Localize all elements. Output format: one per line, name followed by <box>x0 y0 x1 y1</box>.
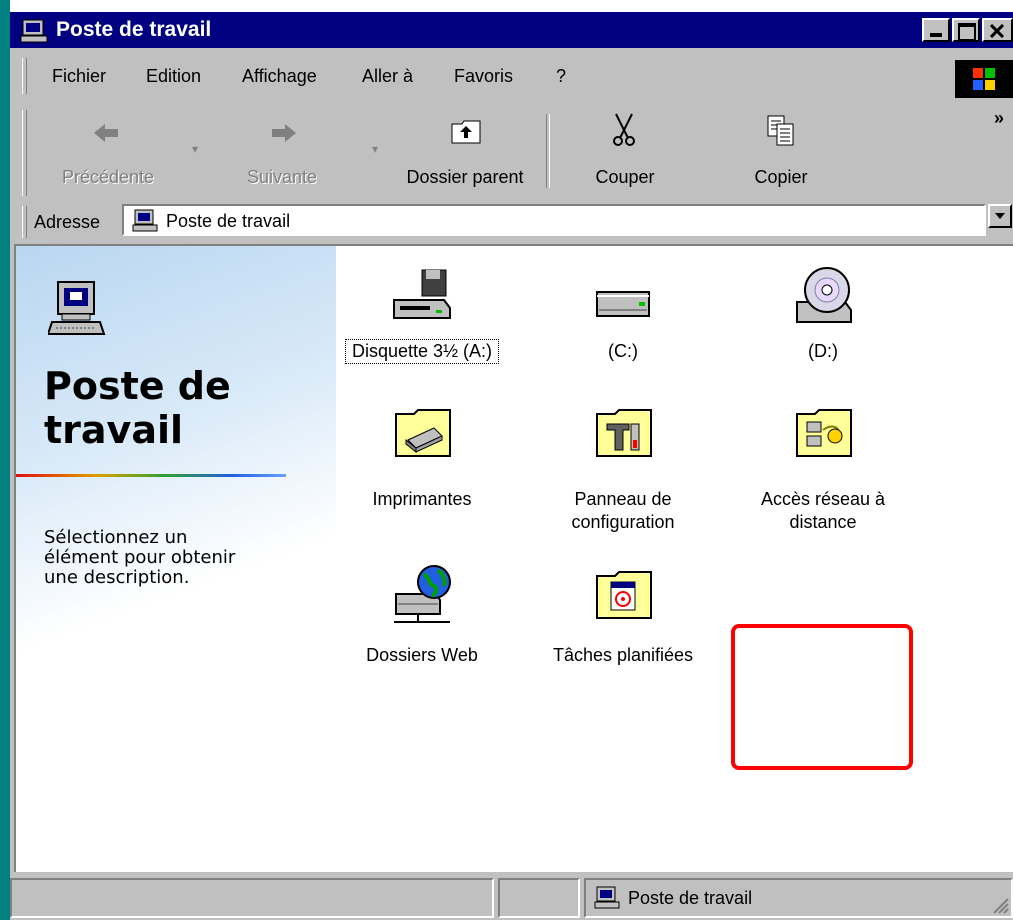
menu-grip[interactable] <box>22 58 27 94</box>
address-dropdown-button[interactable] <box>988 204 1012 228</box>
forward-label: Suivante <box>246 167 318 187</box>
my-computer-icon <box>20 19 48 43</box>
menu-help[interactable]: ? <box>556 66 566 87</box>
menu-aller-a[interactable]: Aller à <box>362 66 413 87</box>
icon-control-panel[interactable]: Panneau de configuration <box>571 406 675 532</box>
toolbar-grip[interactable] <box>22 110 27 196</box>
chevron-down-icon <box>995 213 1005 219</box>
maximize-icon <box>958 23 976 41</box>
icon-web-folders[interactable]: Dossiers Web <box>366 564 478 674</box>
menu-favoris[interactable]: Favoris <box>454 66 513 87</box>
my-computer-status-icon <box>594 886 620 909</box>
scheduled-tasks-label: Tâches planifiées <box>552 645 694 665</box>
address-bar: Adresse Poste de travail <box>10 202 1013 242</box>
copy-label: Copier <box>754 167 808 187</box>
floppy-drive-label: Disquette 3½ (A:) <box>345 339 499 364</box>
windows-logo-throbber <box>955 60 1013 98</box>
copy-icon <box>767 115 794 146</box>
icon-printers[interactable]: Imprimantes <box>372 406 472 526</box>
my-computer-small-icon <box>132 209 158 232</box>
back-button[interactable]: Précédente <box>38 108 178 196</box>
printers-label: Imprimantes <box>372 489 472 509</box>
up-folder-button[interactable]: Dossier parent <box>390 108 540 196</box>
close-button[interactable] <box>982 18 1013 42</box>
scheduled-tasks-folder-icon <box>596 571 652 619</box>
status-panel-zone: Poste de travail <box>584 878 1013 918</box>
status-bar: Poste de travail <box>10 874 1013 920</box>
web-folders-icon <box>394 565 451 623</box>
menu-affichage[interactable]: Affichage <box>242 66 317 87</box>
address-label: Adresse <box>34 212 101 232</box>
webview-title: Poste de travail <box>44 364 231 452</box>
up-folder-icon <box>451 120 481 144</box>
minimize-button[interactable] <box>922 18 950 42</box>
icon-scheduled-tasks[interactable]: Tâches planifiées <box>553 564 693 674</box>
maximize-button[interactable] <box>952 18 980 42</box>
status-panel-left <box>10 878 494 918</box>
minimize-icon <box>930 33 942 37</box>
address-value: Poste de travail <box>166 211 291 231</box>
scissors-icon <box>613 113 635 146</box>
address-input[interactable]: Poste de travail <box>122 204 986 236</box>
icon-floppy-drive[interactable]: Disquette 3½ (A:) <box>345 266 499 376</box>
window-title: Poste de travail <box>56 18 212 41</box>
standard-toolbar: Précédente ▾ Suivante ▾ Dossier parent C… <box>10 104 1013 204</box>
desktop-background <box>0 0 10 920</box>
toolbar-chevron-icon[interactable]: » <box>994 108 1004 129</box>
forward-dropdown-icon[interactable]: ▾ <box>372 142 378 156</box>
resize-grip-icon[interactable] <box>991 896 1009 914</box>
folder-view: Poste de travail Sélectionnez un élément… <box>14 244 1013 872</box>
icon-hard-drive-c[interactable]: (C:) <box>583 266 663 376</box>
explorer-window: Poste de travail Fichier Edition Afficha… <box>10 12 1013 920</box>
icon-dial-up-networking[interactable]: Accès réseau à distance <box>761 406 885 532</box>
webview-info-panel: Poste de travail Sélectionnez un élément… <box>16 246 336 872</box>
floppy-drive-icon <box>393 269 451 319</box>
windows-flag-icon <box>973 68 995 90</box>
menu-edition[interactable]: Edition <box>146 66 201 87</box>
webview-description: Sélectionnez un élément pour obtenir une… <box>44 527 236 588</box>
menu-fichier[interactable]: Fichier <box>52 66 106 87</box>
cd-rom-drive-icon <box>796 267 852 323</box>
toolbar-separator <box>546 114 550 188</box>
menu-bar: Fichier Edition Affichage Aller à Favori… <box>10 54 1013 98</box>
webview-divider <box>16 474 286 477</box>
address-grip[interactable] <box>22 206 27 238</box>
back-label: Précédente <box>61 167 155 187</box>
web-folders-label: Dossiers Web <box>366 645 478 665</box>
cut-label: Couper <box>595 167 655 187</box>
status-text: Poste de travail <box>628 888 753 908</box>
dial-up-networking-label: Accès réseau à distance <box>760 489 886 532</box>
printers-folder-icon <box>395 409 451 457</box>
close-icon <box>990 24 1004 38</box>
cut-button[interactable]: Couper <box>570 108 680 196</box>
highlight-box <box>731 624 913 770</box>
cd-drive-d-label: (D:) <box>808 341 838 361</box>
hard-drive-c-label: (C:) <box>608 341 638 361</box>
dial-up-networking-folder-icon <box>796 409 852 457</box>
copy-button[interactable]: Copier <box>726 108 836 196</box>
my-computer-large-icon <box>48 281 106 335</box>
title-bar[interactable]: Poste de travail <box>10 12 1013 48</box>
status-panel-middle <box>498 878 580 918</box>
forward-arrow-icon <box>272 124 296 142</box>
back-arrow-icon <box>94 124 118 142</box>
control-panel-folder-icon <box>596 409 652 457</box>
up-folder-label: Dossier parent <box>406 167 524 187</box>
forward-button[interactable]: Suivante <box>222 108 342 196</box>
control-panel-label: Panneau de configuration <box>571 489 675 532</box>
icon-cd-drive-d[interactable]: (D:) <box>783 266 863 376</box>
back-dropdown-icon[interactable]: ▾ <box>192 142 198 156</box>
hard-drive-icon <box>596 291 650 317</box>
